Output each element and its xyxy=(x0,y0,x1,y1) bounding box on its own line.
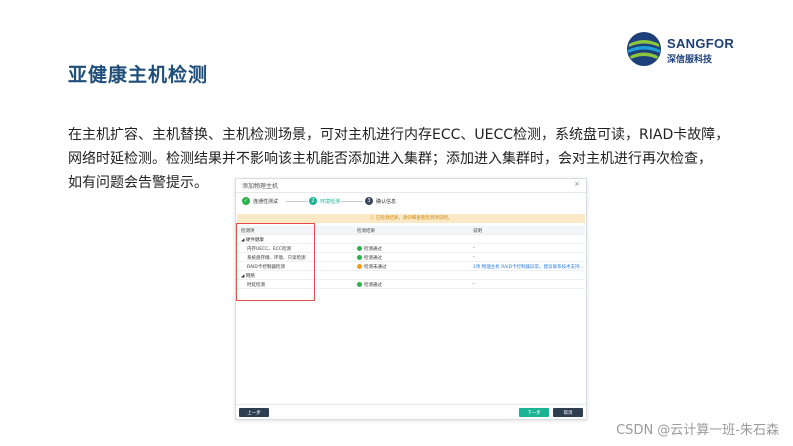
warning-icon xyxy=(357,264,362,269)
dialog-header: 添加物理主机 × xyxy=(236,179,586,193)
watermark: CSDN @云计算一班-朱石森 xyxy=(616,423,779,438)
page-title: 亚健康主机检测 xyxy=(68,64,209,86)
step-connectivity: ✓ 连通性测试 xyxy=(242,197,278,205)
result-text: 检测未通过 xyxy=(364,265,387,270)
check-result: 检测未通过 xyxy=(357,264,387,270)
pass-icon xyxy=(357,282,362,287)
slide: 亚健康主机检测 SANGFOR 深信服科技 在主机扩容、主机替换、主机检测场景，… xyxy=(0,0,793,446)
pass-icon xyxy=(357,255,362,260)
step-confirm: 3 确认信息 xyxy=(365,197,396,205)
description-line: 网络时延检测。检测结果并不影响该主机能否添加进入集群；添加进入集群时，会对主机进… xyxy=(68,151,712,167)
result-text: 检测通过 xyxy=(364,283,382,288)
notice-banner: ⓘ 已检测结果，请仔细查看检测项说明。 xyxy=(237,214,585,223)
check-note: - xyxy=(473,255,475,260)
wizard-steps: ✓ 连通性测试 2 环境检测 3 确认信息 xyxy=(236,193,586,211)
check-note: - xyxy=(473,282,475,287)
dialog-title: 添加物理主机 xyxy=(242,183,279,190)
dialog-footer: 上一步 下一步 取消 xyxy=(236,404,586,419)
step-connector xyxy=(341,201,363,202)
step-label: 环境检测 xyxy=(320,198,341,205)
check-result: 检测通过 xyxy=(357,246,382,252)
logo-name: SANGFOR xyxy=(667,36,735,51)
step-label: 连通性测试 xyxy=(253,198,279,205)
sangfor-globe-icon xyxy=(627,32,661,66)
close-icon[interactable]: × xyxy=(574,180,580,188)
column-header: 检测结果 xyxy=(357,229,375,234)
result-text: 检测通过 xyxy=(364,256,382,261)
description-line: 在主机扩容、主机替换、主机检测场景，可对主机进行内存ECC、UECC检测，系统盘… xyxy=(68,127,730,143)
step-number: 2 xyxy=(309,197,317,205)
step-label: 确认信息 xyxy=(376,198,397,205)
next-step-button[interactable]: 下一步 xyxy=(519,408,549,417)
highlight-box xyxy=(236,223,315,301)
check-result: 检测通过 xyxy=(357,255,382,261)
cancel-button[interactable]: 取消 xyxy=(553,408,583,417)
check-note: - xyxy=(473,246,475,251)
previous-step-button[interactable]: 上一步 xyxy=(239,408,269,417)
pass-icon xyxy=(357,246,362,251)
check-result: 检测通过 xyxy=(357,282,382,288)
step-connector xyxy=(286,201,308,202)
check-note-link[interactable]: 1项 物理主机 RAID卡控制器异常，建议联系技术支持... xyxy=(473,264,584,270)
step-done-icon: ✓ xyxy=(242,197,250,205)
step-environment: 2 环境检测 xyxy=(309,197,340,205)
column-header: 说明 xyxy=(473,229,482,234)
step-number: 3 xyxy=(365,197,373,205)
result-text: 检测通过 xyxy=(364,247,382,252)
logo-subtitle: 深信服科技 xyxy=(667,55,713,65)
sangfor-logo: SANGFOR 深信服科技 xyxy=(625,30,745,70)
